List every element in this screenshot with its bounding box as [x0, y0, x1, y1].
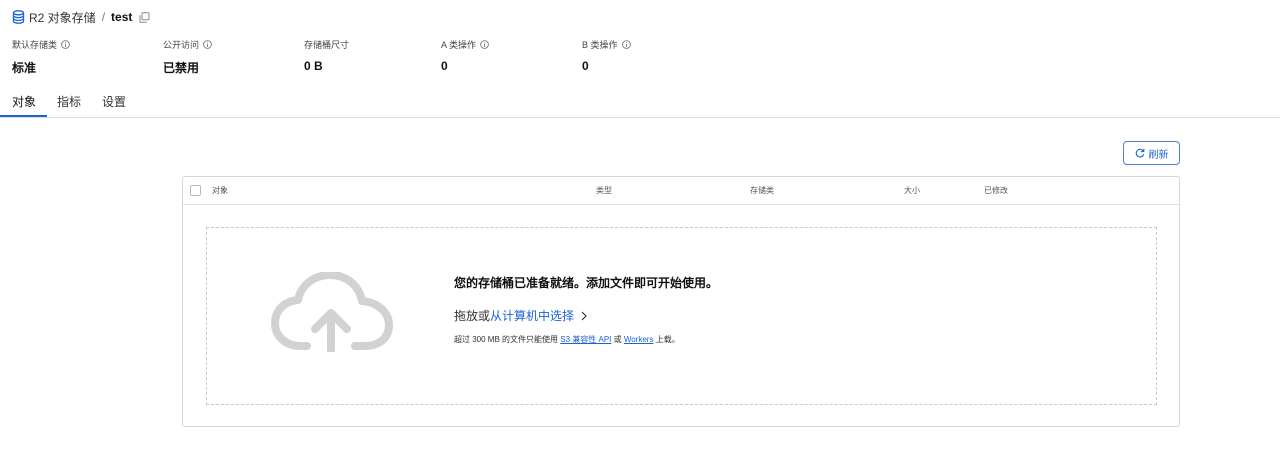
note-or: 或 — [611, 335, 624, 344]
select-all-checkbox[interactable] — [190, 185, 201, 196]
note-suffix: 上载。 — [653, 335, 680, 344]
table-header: 对象 类型 存储类 大小 已修改 — [183, 177, 1179, 205]
chevron-right-icon[interactable] — [580, 311, 588, 321]
breadcrumb-separator: / — [101, 10, 106, 24]
upload-dropzone[interactable]: 您的存储桶已准备就绪。添加文件即可开始使用。 拖放或 从计算机中选择 超过 300… — [206, 227, 1157, 405]
stat-value: 已禁用 — [163, 61, 200, 75]
breadcrumb-service[interactable]: R2 对象存储 — [29, 9, 96, 26]
column-header-size[interactable]: 大小 — [904, 185, 920, 196]
column-header-storage-class[interactable]: 存储类 — [750, 185, 774, 196]
objects-table: 对象 类型 存储类 大小 已修改 您的存储桶已准备就绪。添加文件即可开始使用。 … — [182, 176, 1180, 427]
select-from-computer-link[interactable]: 从计算机中选择 — [490, 307, 574, 324]
stat-value: 0 B — [304, 59, 323, 73]
s3-api-link[interactable]: S3 兼容性 API — [560, 335, 611, 344]
stat-label: A 类操作 — [441, 39, 477, 50]
drag-or-select-line: 拖放或 从计算机中选择 — [454, 307, 718, 324]
refresh-label: 刷新 — [1148, 149, 1169, 161]
breadcrumb: R2 对象存储 / test — [12, 8, 150, 26]
breadcrumb-bucket: test — [111, 10, 133, 24]
stat-value: 0 — [441, 59, 448, 73]
stat-bucket-size: 存储桶尺寸 0 B — [304, 38, 444, 74]
upload-size-note: 超过 300 MB 的文件只能使用 S3 兼容性 API 或 Workers 上… — [454, 334, 718, 345]
stat-label: 存储桶尺寸 — [304, 39, 350, 50]
stat-label: 默认存储类 — [12, 39, 58, 50]
stat-label: B 类操作 — [582, 39, 618, 50]
stat-value: 标准 — [12, 61, 37, 75]
stat-default-storage-class: 默认存储类 标准 — [12, 38, 152, 76]
refresh-button[interactable]: 刷新 — [1123, 141, 1180, 165]
tab-bar: 对象 指标 设置 — [0, 86, 1280, 118]
tab-metrics[interactable]: 指标 — [57, 93, 81, 117]
empty-state-text: 您的存储桶已准备就绪。添加文件即可开始使用。 拖放或 从计算机中选择 超过 300… — [454, 274, 718, 345]
stat-class-a-operations: A 类操作 0 — [441, 38, 581, 73]
column-header-object[interactable]: 对象 — [212, 185, 228, 196]
active-tab-indicator — [0, 115, 47, 117]
stat-value: 0 — [582, 59, 589, 73]
tab-settings[interactable]: 设置 — [102, 93, 126, 117]
stat-public-access: 公开访问 已禁用 — [163, 38, 303, 76]
database-icon — [12, 10, 25, 24]
copy-icon[interactable] — [139, 11, 150, 23]
column-header-type[interactable]: 类型 — [596, 185, 612, 196]
column-header-modified[interactable]: 已修改 — [984, 185, 1008, 196]
info-icon[interactable] — [621, 39, 631, 49]
cloud-upload-icon — [271, 271, 395, 354]
tab-objects[interactable]: 对象 — [12, 93, 36, 117]
drag-prefix: 拖放或 — [454, 309, 491, 323]
refresh-icon — [1135, 148, 1145, 158]
info-icon[interactable] — [203, 39, 212, 49]
info-icon[interactable] — [61, 39, 70, 49]
stat-class-b-operations: B 类操作 0 — [582, 38, 722, 73]
empty-state-title: 您的存储桶已准备就绪。添加文件即可开始使用。 — [454, 276, 719, 290]
stat-label: 公开访问 — [163, 39, 200, 50]
info-icon[interactable] — [480, 39, 489, 49]
note-prefix: 超过 300 MB 的文件只能使用 — [454, 335, 561, 344]
workers-link[interactable]: Workers — [624, 335, 654, 344]
